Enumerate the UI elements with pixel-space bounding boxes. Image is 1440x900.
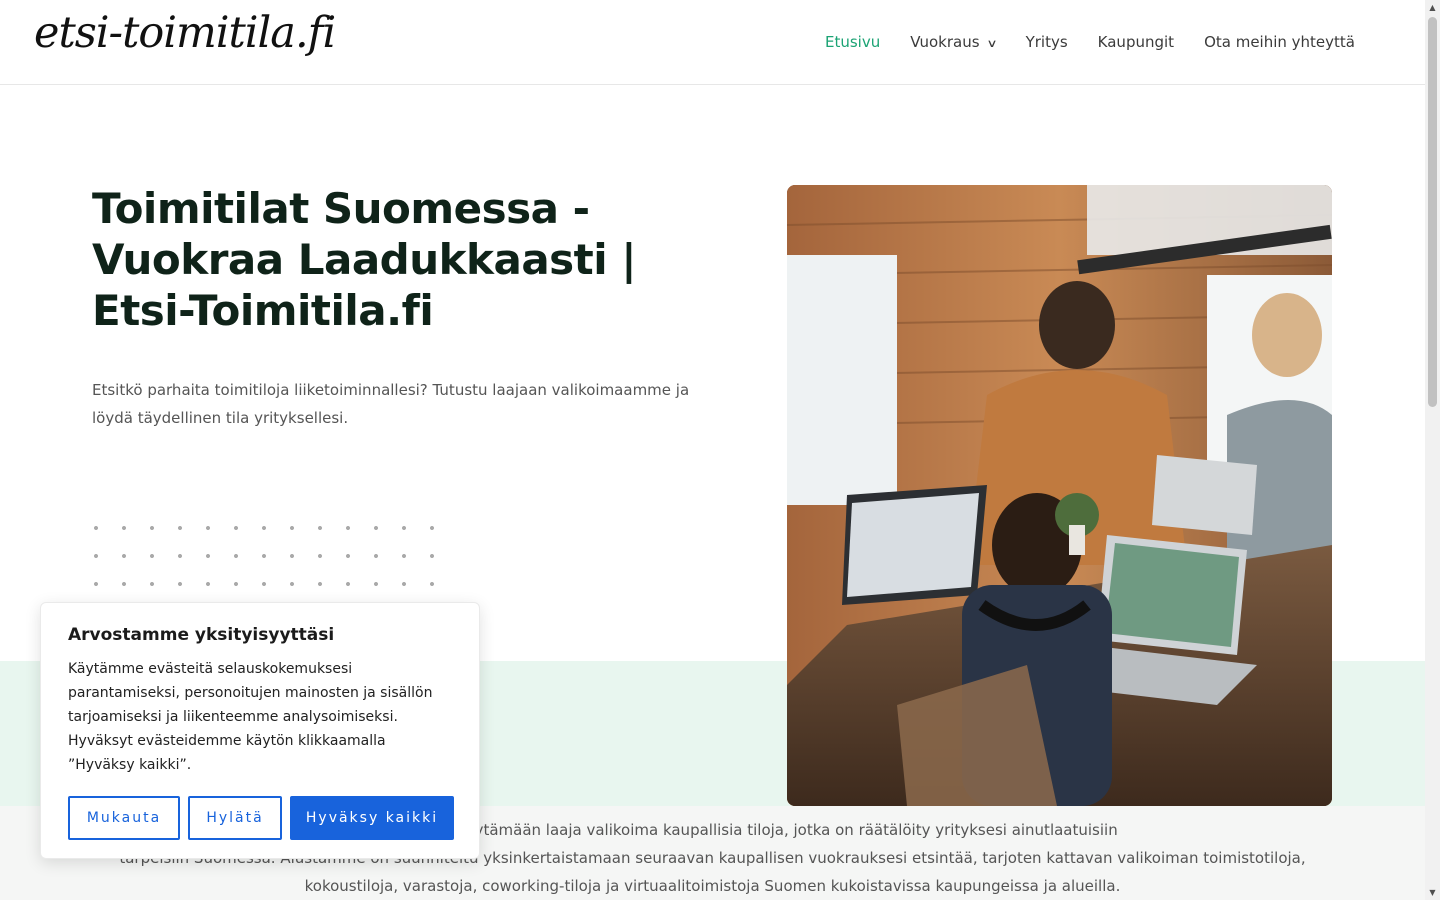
main-nav: Etusivu Vuokraus ∨ Yritys Kaupungit Ota … [795,0,1355,84]
cookie-description: Käytämme evästeitä selauskokemuksesi par… [68,661,433,773]
site-header: etsi-toimitila.fi Etusivu Vuokraus ∨ Yri… [0,0,1425,85]
nav-item-etusivu[interactable]: Etusivu [825,33,880,51]
office-photo-illustration [787,185,1332,806]
nav-item-kaupungit[interactable]: Kaupungit [1098,33,1174,51]
nav-item-vuokraus-label: Vuokraus [910,33,980,51]
scroll-thumb[interactable] [1428,17,1437,407]
site-logo[interactable]: etsi-toimitila.fi [34,8,336,58]
customize-button[interactable]: Mukauta [68,796,180,840]
cookie-consent-banner: Arvostamme yksityisyyttäsi Käytämme eväs… [40,602,480,859]
cookie-title: Arvostamme yksityisyyttäsi [68,625,335,645]
nav-item-vuokraus[interactable]: Vuokraus ∨ [910,33,998,51]
accept-all-button[interactable]: Hyväksy kaikki [290,796,454,840]
nav-item-yritys[interactable]: Yritys [1026,33,1068,51]
page-scrollbar[interactable]: ▲ ▼ [1425,0,1440,900]
reject-button[interactable]: Hylätä [188,796,282,840]
dot-pattern-decoration [92,524,452,594]
chevron-down-icon: ∨ [985,36,998,50]
scroll-up-arrow-icon[interactable]: ▲ [1425,0,1440,15]
intro-line-3: kokoustiloja, varastoja, coworking-tiloj… [304,877,1121,895]
nav-item-ota-yhteytta[interactable]: Ota meihin yhteyttä [1204,33,1355,51]
hero-description: Etsitkö parhaita toimitiloja liiketoimin… [92,381,690,427]
office-coworking-photo [787,185,1332,806]
page-title: Toimitilat Suomessa - Vuokraa Laadukkaas… [92,184,637,335]
cookie-button-group: Mukauta Hylätä Hyväksy kaikki [68,796,454,840]
scroll-down-arrow-icon[interactable]: ▼ [1425,885,1440,900]
